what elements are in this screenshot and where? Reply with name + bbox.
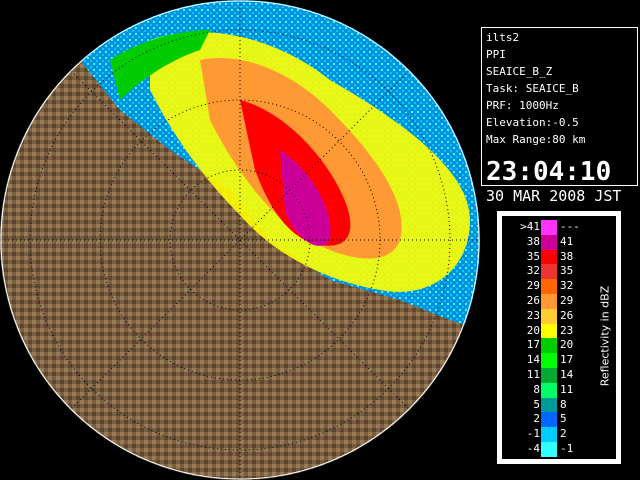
legend-row: -1 2 [502,427,616,443]
legend-lower-value: -4 [526,442,540,455]
legend-lower-value: 17 [526,338,540,352]
scan-type: PPI [486,48,506,61]
legend-upper-value: 2 [560,427,567,441]
legend-upper-value: 32 [560,279,574,293]
legend-lower-value: 29 [526,279,540,293]
legend-color-swatch [541,234,557,250]
scan-date: 30 MAR 2008 JST [486,187,622,205]
legend-upper-value: 35 [560,264,574,278]
scan-time: 23:04:10 [486,157,612,187]
legend-lower-value: 20 [526,323,540,337]
legend-upper-value: 5 [560,412,567,426]
legend-lower-value: 23 [526,308,540,322]
legend-color-swatch [541,294,557,309]
legend-lower-value: 5 [533,397,540,411]
elevation-value: Elevation:-0.5 [486,116,579,129]
legend-lower-value: 11 [526,368,540,381]
legend-lower-value: -1 [526,427,540,441]
legend-lower-value: 32 [526,264,540,278]
legend-upper-value: -1 [560,442,574,455]
legend-color-swatch [541,338,557,354]
legend-lower-value: 26 [526,294,540,307]
legend-color-swatch [541,442,557,457]
legend-color-swatch [541,353,557,369]
legend-upper-value: --- [560,220,580,233]
legend-color-swatch [541,382,557,398]
legend-lower-value: 8 [533,382,540,396]
legend-lower-value: 38 [526,234,540,248]
legend-upper-value: 41 [560,234,574,248]
legend-color-swatch [541,279,557,295]
legend-row: 38 41 [502,234,616,251]
radar-info-panel: ilts2 PPI SEAICE_B_Z Task: SEAICE_B PRF:… [481,27,638,204]
legend-color-swatch [541,323,557,339]
legend-upper-value: 26 [560,308,574,322]
task-name: Task: SEAICE_B [486,82,579,95]
legend-row: >41 --- [502,220,616,236]
legend-upper-value: 20 [560,338,574,352]
legend-color-swatch [541,412,557,428]
product-name: SEAICE_B_Z [486,65,553,78]
legend-row: -4 -1 [502,442,616,458]
legend-upper-value: 11 [560,382,574,396]
legend-color-swatch [541,264,557,280]
legend-color-swatch [541,220,557,235]
legend-lower-value: 2 [533,412,540,426]
legend-color-swatch [541,368,557,383]
legend-upper-value: 14 [560,368,574,381]
legend-upper-value: 17 [560,353,574,367]
max-range-value: Max Range:80 km [486,133,586,146]
color-legend: >41 --- 38 41 35 38 32 35 29 32 26 29 23 26 20 23 17 20 14… [497,211,621,464]
legend-color-swatch [541,308,557,324]
legend-lower-value: 35 [526,249,540,263]
legend-color-swatch [541,427,557,443]
legend-lower-value: >41 [520,220,540,233]
legend-color-swatch [541,249,557,265]
site-name: ilts2 [486,31,520,44]
legend-color-swatch [541,397,557,413]
legend-upper-value: 29 [560,294,574,307]
legend-upper-value: 38 [560,249,574,263]
legend-body: >41 --- 38 41 35 38 32 35 29 32 26 29 23 26 20 23 17 20 14… [502,216,616,459]
legend-lower-value: 14 [526,353,540,367]
legend-title: Reflectivity in dBZ [598,285,612,387]
legend-upper-value: 8 [560,397,567,411]
radar-ppi-display [0,0,480,480]
prf-value: PRF: 1000Hz [486,99,559,112]
legend-upper-value: 23 [560,323,574,337]
